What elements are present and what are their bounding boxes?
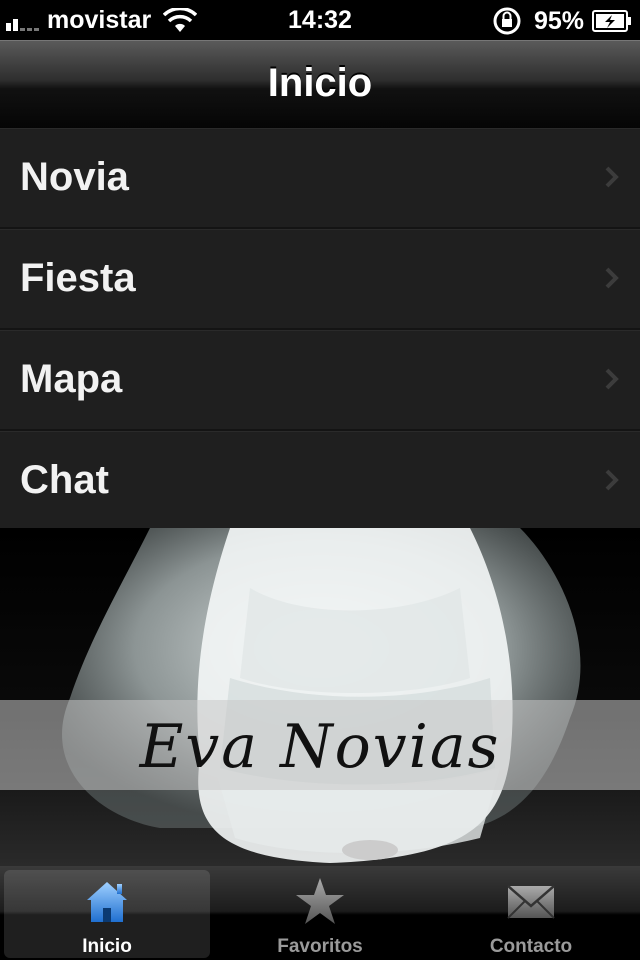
chevron-right-icon — [605, 267, 619, 289]
banner-image: Eva Novias — [0, 528, 640, 866]
menu-item-novia[interactable]: Novia — [0, 128, 640, 229]
menu-item-label: Novia — [20, 155, 129, 199]
mail-icon — [507, 885, 555, 919]
status-bar: movistar 14:32 95% — [0, 0, 640, 40]
menu-item-label: Chat — [20, 458, 109, 502]
menu-item-chat[interactable]: Chat — [0, 431, 640, 532]
tab-favoritos[interactable]: Favoritos — [217, 870, 423, 958]
tab-label: Favoritos — [277, 936, 363, 957]
menu-list: Novia Fiesta Mapa Chat — [0, 128, 640, 532]
chevron-right-icon — [605, 368, 619, 390]
menu-item-label: Fiesta — [20, 256, 136, 300]
tab-contacto[interactable]: Contacto — [428, 870, 634, 958]
tab-inicio[interactable]: Inicio — [4, 870, 210, 958]
menu-item-mapa[interactable]: Mapa — [0, 330, 640, 431]
chevron-right-icon — [605, 166, 619, 188]
status-right: 95% — [492, 6, 632, 36]
rotation-lock-icon — [493, 7, 521, 35]
brand-logo: Eva Novias — [139, 712, 501, 782]
tab-label: Inicio — [82, 936, 132, 957]
logo-band: Eva Novias — [0, 700, 640, 790]
battery-icon — [592, 10, 631, 32]
star-icon — [296, 878, 344, 924]
navigation-bar: Inicio — [0, 40, 640, 128]
chevron-right-icon — [605, 469, 619, 491]
bridal-dress-image — [0, 528, 640, 866]
battery-percent: 95% — [533, 6, 584, 35]
menu-item-fiesta[interactable]: Fiesta — [0, 229, 640, 330]
tab-bar: Inicio Favoritos Contacto — [0, 866, 640, 960]
page-title: Inicio — [267, 61, 373, 105]
tab-label: Contacto — [489, 936, 573, 957]
menu-item-label: Mapa — [20, 357, 123, 401]
home-icon — [87, 882, 127, 922]
